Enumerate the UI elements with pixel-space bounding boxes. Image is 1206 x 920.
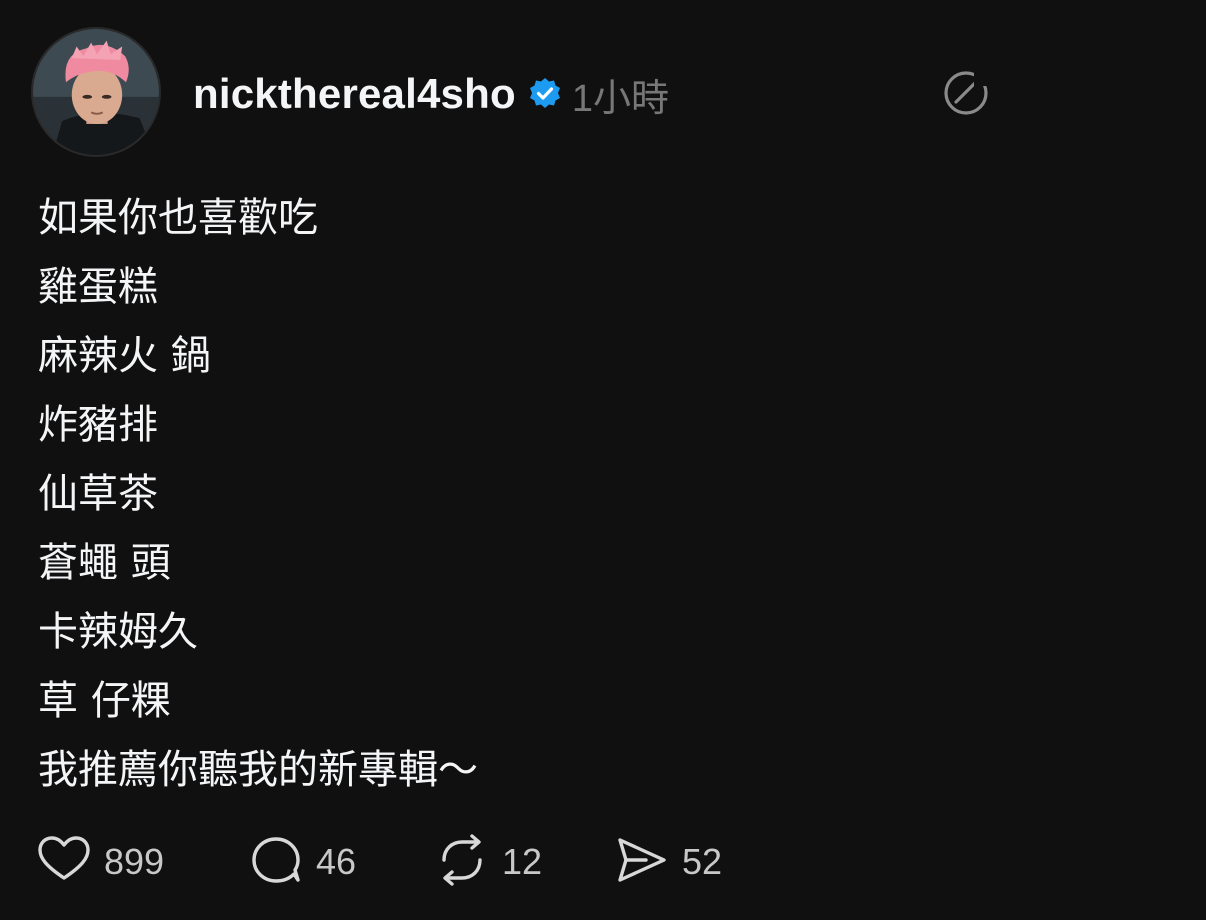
- repost-button[interactable]: 12: [434, 832, 542, 893]
- post-line: 麻辣火 鍋: [38, 333, 211, 379]
- post-line: 蒼蠅 頭: [38, 540, 171, 586]
- like-button[interactable]: 899: [36, 832, 164, 893]
- username[interactable]: nickthereal4sho: [193, 70, 516, 118]
- repost-icon: [434, 832, 490, 893]
- verified-badge-icon: [528, 77, 562, 111]
- post-body: 如果你也喜歡吃 雞蛋糕 麻辣火 鍋 炸豬排 仙草茶 蒼蠅 頭 卡辣姆久 草 仔粿…: [38, 184, 1138, 805]
- post-line: 卡辣姆久: [38, 609, 198, 655]
- more-options-icon[interactable]: [940, 68, 994, 118]
- post-line: 如果你也喜歡吃: [38, 195, 318, 241]
- reply-count: 46: [316, 841, 357, 882]
- like-count: 899: [104, 841, 165, 882]
- share-icon: [614, 832, 670, 893]
- avatar[interactable]: [31, 27, 161, 157]
- share-count: 52: [682, 841, 723, 882]
- post-line: 雞蛋糕: [38, 264, 158, 310]
- heart-icon: [36, 832, 92, 893]
- comment-icon: [248, 832, 304, 893]
- post-line: 仙草茶: [38, 471, 158, 517]
- avatar-image: [33, 29, 159, 155]
- post-header: nickthereal4sho 1小時: [193, 66, 669, 122]
- reply-button[interactable]: 46: [248, 832, 356, 893]
- repost-count: 12: [502, 841, 543, 882]
- post-line: 我推薦你聽我的新專輯～: [38, 747, 478, 793]
- post-timestamp: 1小時: [571, 77, 669, 120]
- post-line: 草 仔粿: [38, 678, 171, 724]
- post-line: 炸豬排: [38, 402, 158, 448]
- share-button[interactable]: 52: [614, 832, 722, 893]
